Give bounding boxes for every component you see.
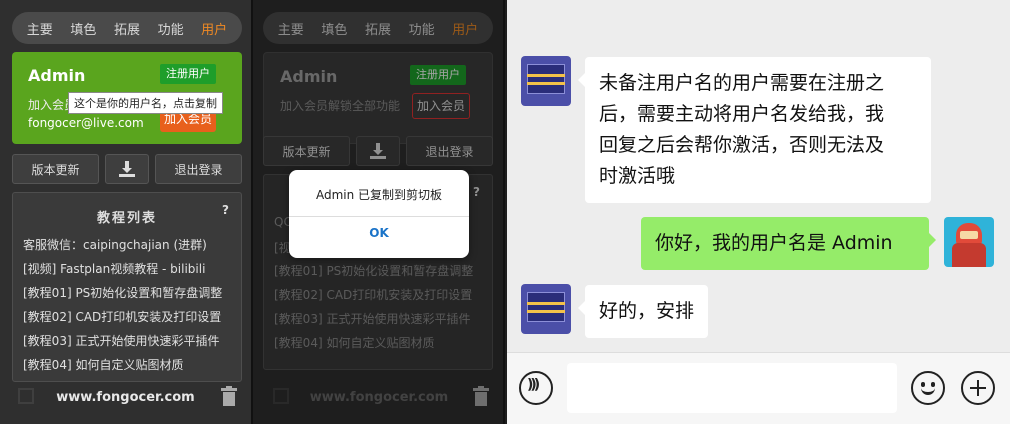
chat-message-incoming: 好的，安排: [577, 285, 709, 338]
tutorial-item[interactable]: [教程01] PS初始化设置和暂存盘调整: [23, 281, 222, 305]
tutorial-item[interactable]: [视频] Fastplan视频教程 - bilibili: [23, 257, 222, 281]
self-avatar[interactable]: [944, 217, 994, 267]
plugin-panel-dialog: 主要 填色 拓展 功能 用户 Admin 注册用户 加入会员解锁全部功能 加入会…: [255, 0, 505, 424]
message-line: 回复之后会帮你激活，否则无法及: [599, 134, 885, 156]
copy-success-dialog: Admin 已复制到剪切板 OK: [289, 170, 469, 258]
tutorial-item[interactable]: 客服微信：caipingchajian (进群): [23, 233, 222, 257]
message-input[interactable]: [567, 363, 897, 413]
dialog-message: Admin 已复制到剪切板: [315, 188, 443, 202]
voice-icon[interactable]: [519, 371, 553, 405]
copy-username-tooltip: 这个是你的用户名，点击复制: [68, 92, 223, 114]
version-update-button[interactable]: 版本更新: [12, 154, 99, 184]
message-line: 时激活哦: [599, 165, 676, 187]
tutorial-list: 教程列表 ? 客服微信：caipingchajian (进群) [视频] Fas…: [12, 192, 242, 382]
tab-main[interactable]: 主要: [27, 19, 53, 38]
register-badge: 注册用户: [160, 64, 216, 84]
plugin-panel-user: 主要 填色 拓展 功能 用户 Admin 注册用户 加入会员 加入会员 fong…: [0, 0, 253, 424]
dialog-ok-button[interactable]: OK: [289, 226, 469, 240]
tab-function[interactable]: 功能: [158, 19, 184, 38]
tutorial-item[interactable]: [教程02] CAD打印机安装及打印设置: [23, 305, 222, 329]
tutorial-item[interactable]: [教程04] 如何自定义贴图材质: [23, 353, 222, 377]
contact-avatar[interactable]: [521, 56, 571, 106]
logout-button[interactable]: 退出登录: [155, 154, 242, 184]
message-line: 后，需要主动将用户名发给我，我: [599, 103, 885, 125]
tab-extend[interactable]: 拓展: [114, 19, 140, 38]
contact-avatar[interactable]: [521, 284, 571, 334]
chat-message-incoming: 未备注用户名的用户需要在注册之 后，需要主动将用户名发给我，我 回复之后会帮你激…: [578, 57, 931, 203]
action-row: 版本更新 退出登录: [12, 154, 242, 184]
chat-window: 未备注用户名的用户需要在注册之 后，需要主动将用户名发给我，我 回复之后会帮你激…: [507, 0, 1010, 424]
emoji-icon[interactable]: [911, 371, 945, 405]
trash-icon[interactable]: [221, 386, 237, 406]
username[interactable]: Admin: [28, 66, 85, 85]
plus-icon[interactable]: [961, 371, 995, 405]
message-line: 你好，我的用户名是 Admin: [655, 232, 893, 254]
message-line: 好的，安排: [599, 300, 695, 322]
tutorial-item[interactable]: [教程03] 正式开始使用快速彩平插件: [23, 329, 222, 353]
tab-user[interactable]: 用户: [201, 19, 227, 38]
download-icon: [119, 161, 135, 177]
download-button[interactable]: [105, 154, 149, 184]
tab-fill[interactable]: 填色: [70, 19, 96, 38]
website-link[interactable]: www.fongocer.com: [0, 390, 251, 405]
footer: www.fongocer.com: [0, 386, 251, 410]
tutorial-title: 教程列表: [96, 211, 157, 226]
dialog-divider: [289, 216, 469, 217]
help-icon[interactable]: ?: [222, 203, 229, 217]
chat-message-outgoing: 你好，我的用户名是 Admin: [641, 217, 936, 270]
user-email: fongocer@live.com: [28, 116, 144, 130]
tab-bar: 主要 填色 拓展 功能 用户: [12, 12, 242, 44]
message-line: 未备注用户名的用户需要在注册之: [599, 72, 885, 94]
chat-input-bar: [507, 352, 1010, 424]
